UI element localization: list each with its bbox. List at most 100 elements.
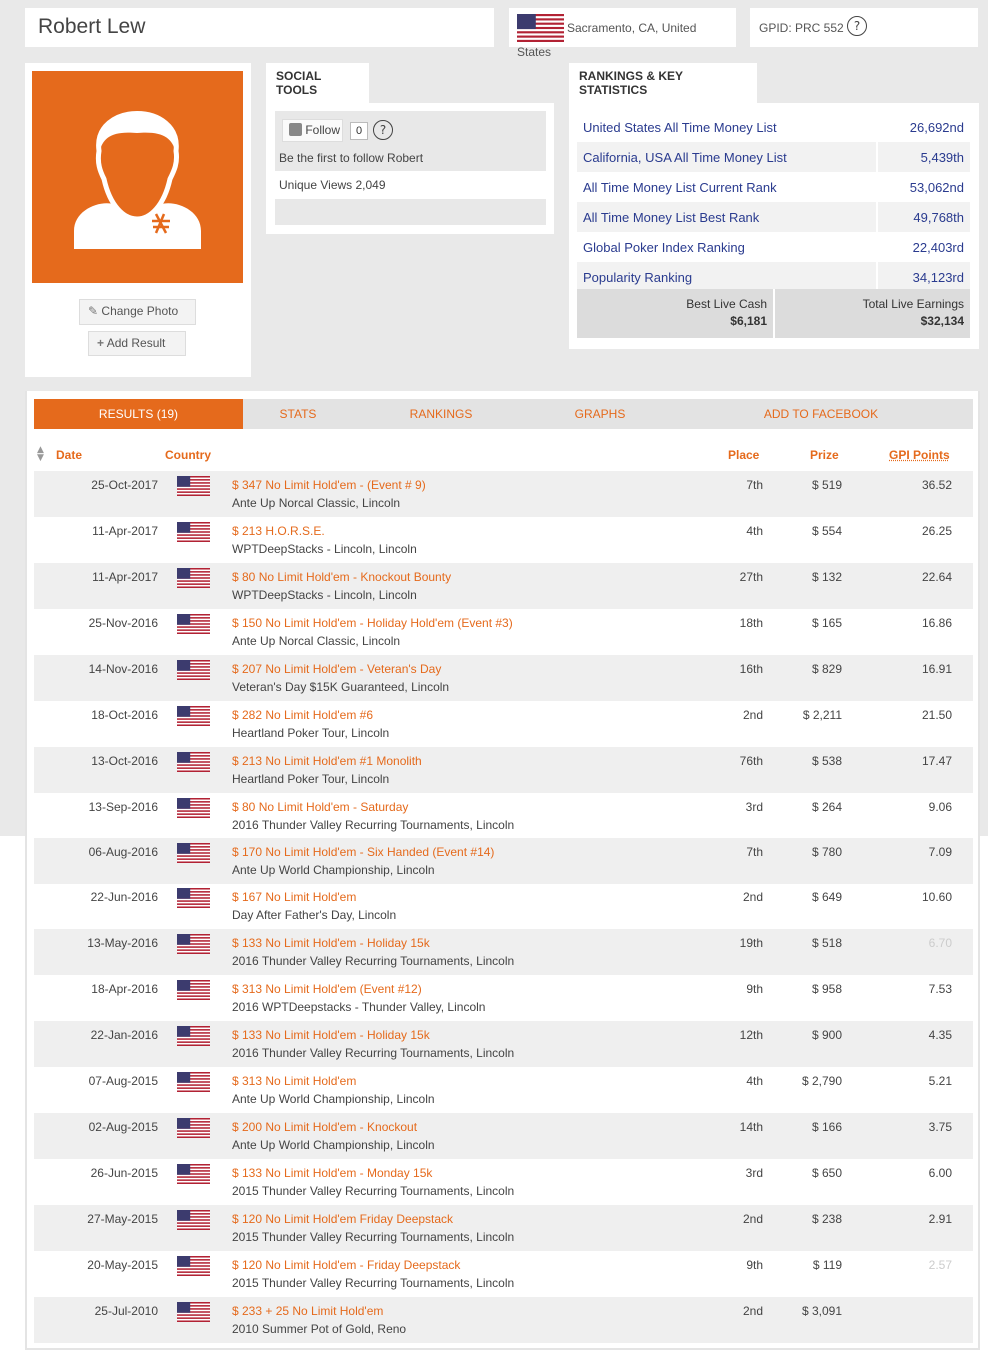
table-row: 13-Oct-2016 $ 213 No Limit Hold'em #1 Mon… bbox=[34, 747, 973, 793]
result-venue: Ante Up Norcal Classic, Lincoln bbox=[232, 496, 401, 510]
result-prize: $ 166 bbox=[811, 1120, 842, 1134]
result-event-link[interactable]: $ 347 No Limit Hold'em - (Event # 9) bbox=[232, 478, 426, 492]
table-row: 13-Sep-2016 $ 80 No Limit Hold'em - Satur… bbox=[34, 793, 973, 839]
result-gpi-points: 5.21 bbox=[928, 1074, 952, 1088]
result-event-link[interactable]: $ 313 No Limit Hold'em (Event #12) bbox=[232, 982, 422, 996]
result-venue: 2016 WPTDeepstacks - Thunder Valley, Lin… bbox=[232, 1000, 486, 1014]
divider bbox=[876, 202, 878, 232]
ranking-row[interactable]: All Time Money List Current Rank 53,062nd bbox=[577, 172, 970, 202]
result-venue: 2015 Thunder Valley Recurring Tournament… bbox=[232, 1184, 515, 1198]
us-flag-icon bbox=[177, 1302, 210, 1322]
tab-results[interactable]: RESULTS (19) bbox=[34, 399, 243, 429]
ranking-label[interactable]: Popularity Ranking bbox=[583, 270, 692, 285]
follow-help-icon[interactable]: ? bbox=[373, 120, 393, 140]
result-event-link[interactable]: $ 213 No Limit Hold'em #1 Monolith bbox=[232, 754, 422, 768]
result-prize: $ 519 bbox=[811, 478, 842, 492]
location-box: Sacramento, CA, United bbox=[509, 8, 736, 47]
tab-rankings[interactable]: RANKINGS bbox=[379, 399, 503, 429]
ranking-row[interactable]: Global Poker Index Ranking 22,403rd bbox=[577, 232, 970, 262]
result-date: 13-Oct-2016 bbox=[91, 754, 158, 768]
result-place: 3rd bbox=[745, 800, 763, 814]
divider bbox=[876, 232, 878, 262]
table-row: 11-Apr-2017 $ 80 No Limit Hold'em - Knock… bbox=[34, 563, 973, 609]
default-avatar-icon bbox=[74, 111, 201, 249]
tab-add-to-facebook[interactable]: ADD TO FACEBOOK bbox=[749, 399, 893, 429]
ranking-value: 5,439th bbox=[920, 150, 964, 165]
result-gpi-points: 36.52 bbox=[921, 478, 952, 492]
us-flag-icon bbox=[177, 798, 210, 818]
ranking-label[interactable]: All Time Money List Best Rank bbox=[583, 210, 759, 225]
tab-graphs[interactable]: GRAPHS bbox=[544, 399, 656, 429]
column-header-place[interactable]: Place bbox=[728, 448, 759, 462]
column-header-date[interactable]: Date bbox=[56, 448, 82, 462]
result-venue: WPTDeepStacks - Lincoln, Lincoln bbox=[232, 588, 417, 602]
social-tools-heading: SOCIAL TOOLS bbox=[266, 63, 369, 103]
rankings-heading: RANKINGS & KEY STATISTICS bbox=[569, 63, 757, 103]
total-live-earnings-label: Total Live Earnings bbox=[862, 297, 964, 311]
result-prize: $ 264 bbox=[811, 800, 842, 814]
result-event-link[interactable]: $ 133 No Limit Hold'em - Holiday 15k bbox=[232, 936, 430, 950]
result-place: 12th bbox=[739, 1028, 763, 1042]
divider bbox=[876, 172, 878, 202]
result-event-link[interactable]: $ 120 No Limit Hold'em - Friday Deepstac… bbox=[232, 1258, 460, 1272]
ranking-value: 22,403rd bbox=[912, 240, 964, 255]
column-header-gpi-points[interactable]: GPI Points bbox=[889, 448, 950, 462]
result-event-link[interactable]: $ 213 H.O.R.S.E. bbox=[232, 524, 325, 538]
ranking-row[interactable]: Popularity Ranking 34,123rd bbox=[577, 262, 970, 292]
divider bbox=[876, 142, 878, 172]
result-gpi-points: 9.06 bbox=[928, 800, 952, 814]
sort-icon[interactable]: ▲ ▼ bbox=[37, 446, 44, 463]
us-flag-icon bbox=[177, 980, 210, 1000]
result-event-link[interactable]: $ 313 No Limit Hold'em bbox=[232, 1074, 356, 1088]
result-event-link[interactable]: $ 120 No Limit Hold'em Friday Deepstack bbox=[232, 1212, 453, 1226]
add-result-button[interactable]: + Add Result bbox=[88, 331, 186, 356]
result-gpi-points: 26.25 bbox=[921, 524, 952, 538]
table-row: 22-Jan-2016 $ 133 No Limit Hold'em - Holi… bbox=[34, 1021, 973, 1067]
result-event-link[interactable]: $ 167 No Limit Hold'em bbox=[232, 890, 356, 904]
ranking-row[interactable]: California, USA All Time Money List 5,439… bbox=[577, 142, 970, 172]
divider bbox=[876, 112, 878, 142]
table-row: 22-Jun-2016 $ 167 No Limit Hold'em Day Aft… bbox=[34, 883, 973, 929]
result-date: 11-Apr-2017 bbox=[92, 570, 158, 584]
result-date: 20-May-2015 bbox=[87, 1258, 158, 1272]
ranking-label[interactable]: Global Poker Index Ranking bbox=[583, 240, 745, 255]
ranking-row[interactable]: United States All Time Money List 26,692n… bbox=[577, 112, 970, 142]
result-event-link[interactable]: $ 80 No Limit Hold'em - Knockout Bounty bbox=[232, 570, 451, 584]
rankings-box: United States All Time Money List 26,692n… bbox=[569, 103, 979, 349]
result-venue: Day After Father's Day, Lincoln bbox=[232, 908, 397, 922]
ranking-label[interactable]: All Time Money List Current Rank bbox=[583, 180, 777, 195]
result-prize: $ 780 bbox=[811, 845, 842, 859]
result-place: 2nd bbox=[742, 890, 763, 904]
result-event-link[interactable]: $ 207 No Limit Hold'em - Veteran's Day bbox=[232, 662, 441, 676]
table-row: 07-Aug-2015 $ 313 No Limit Hold'em Ante Up… bbox=[34, 1067, 973, 1113]
result-venue: 2016 Thunder Valley Recurring Tournament… bbox=[232, 818, 515, 832]
result-prize: $ 650 bbox=[811, 1166, 842, 1180]
result-event-link[interactable]: $ 200 No Limit Hold'em - Knockout bbox=[232, 1120, 417, 1134]
result-prize: $ 649 bbox=[811, 890, 842, 904]
result-event-link[interactable]: $ 170 No Limit Hold'em - Six Handed (Eve… bbox=[232, 845, 494, 859]
result-gpi-points: 22.64 bbox=[921, 570, 952, 584]
ranking-row[interactable]: All Time Money List Best Rank 49,768th bbox=[577, 202, 970, 232]
result-event-link[interactable]: $ 150 No Limit Hold'em - Holiday Hold'em… bbox=[232, 616, 513, 630]
change-photo-button[interactable]: ✎ Change Photo bbox=[79, 299, 196, 325]
ranking-label[interactable]: United States All Time Money List bbox=[583, 120, 777, 135]
follower-count: 0 bbox=[350, 122, 368, 140]
gpid-box: GPID: PRC 552 ? bbox=[750, 8, 978, 47]
result-date: 14-Nov-2016 bbox=[88, 662, 158, 676]
result-prize: $ 238 bbox=[811, 1212, 842, 1226]
result-event-link[interactable]: $ 80 No Limit Hold'em - Saturday bbox=[232, 800, 408, 814]
help-icon[interactable]: ? bbox=[847, 16, 867, 36]
result-event-link[interactable]: $ 282 No Limit Hold'em #6 bbox=[232, 708, 373, 722]
column-header-prize[interactable]: Prize bbox=[810, 448, 839, 462]
follow-button[interactable]: Follow bbox=[282, 119, 343, 142]
best-live-cash: Best Live Cash $6,181 bbox=[577, 289, 773, 338]
result-event-link[interactable]: $ 133 No Limit Hold'em - Monday 15k bbox=[232, 1166, 432, 1180]
rss-icon bbox=[289, 123, 302, 136]
result-prize: $ 2,790 bbox=[801, 1074, 842, 1088]
column-header-country[interactable]: Country bbox=[165, 448, 211, 462]
result-event-link[interactable]: $ 133 No Limit Hold'em - Holiday 15k bbox=[232, 1028, 430, 1042]
result-event-link[interactable]: $ 233 + 25 No Limit Hold'em bbox=[232, 1304, 383, 1318]
tab-stats[interactable]: STATS bbox=[243, 399, 353, 429]
result-prize: $ 538 bbox=[811, 754, 842, 768]
ranking-label[interactable]: California, USA All Time Money List bbox=[583, 150, 787, 165]
